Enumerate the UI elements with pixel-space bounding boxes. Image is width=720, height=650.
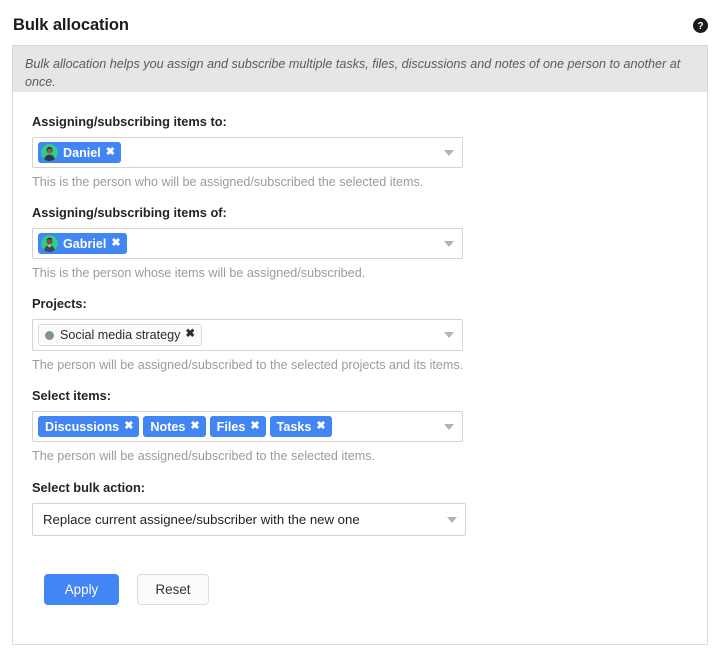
items-select[interactable]: Discussions ✖ Notes ✖ Files ✖ Tasks ✖ — [32, 411, 463, 442]
form-actions: Apply Reset — [32, 574, 707, 605]
chip-remove-icon[interactable]: ✖ — [250, 421, 259, 432]
field-label-assign-to: Assigning/subscribing items to: — [32, 114, 227, 129]
bulk-allocation-panel: Assigning/subscribing items to: Daniel ✖… — [12, 92, 708, 645]
chevron-down-icon[interactable] — [447, 516, 457, 523]
chip-person-daniel[interactable]: Daniel ✖ — [38, 142, 122, 163]
page-header: Bulk allocation ? — [0, 0, 720, 45]
chip-label: Daniel — [63, 145, 101, 160]
chip-label: Social media strategy — [60, 328, 181, 342]
chip-project-social-media-strategy[interactable]: Social media strategy ✖ — [38, 324, 203, 346]
bulk-action-value: Replace current assignee/subscriber with… — [43, 512, 360, 527]
hint-assign-of: This is the person whose items will be a… — [32, 266, 366, 280]
chip-remove-icon[interactable]: ✖ — [111, 238, 120, 249]
chip-item-files[interactable]: Files ✖ — [209, 416, 266, 437]
field-assign-of: Assigning/subscribing items of: Gabriel … — [32, 205, 707, 282]
hint-projects: The person will be assigned/subscribed t… — [32, 358, 464, 372]
field-bulk-action: Select bulk action: Replace current assi… — [32, 480, 707, 536]
chip-label: Files — [216, 419, 246, 434]
user-avatar — [41, 144, 58, 161]
chip-remove-icon[interactable]: ✖ — [106, 147, 115, 158]
chip-label: Discussions — [45, 419, 120, 434]
chip-person-gabriel[interactable]: Gabriel ✖ — [38, 233, 127, 254]
field-label-bulk-action: Select bulk action: — [32, 480, 146, 495]
apply-button[interactable]: Apply — [44, 574, 119, 605]
projects-select[interactable]: Social media strategy ✖ — [32, 319, 463, 351]
page-title: Bulk allocation — [13, 16, 129, 34]
field-label-items: Select items: — [32, 388, 111, 403]
svg-text:?: ? — [697, 21, 703, 32]
field-assign-to: Assigning/subscribing items to: Daniel ✖… — [32, 114, 707, 191]
chevron-down-icon[interactable] — [444, 240, 454, 247]
bulk-action-select[interactable]: Replace current assignee/subscriber with… — [32, 503, 466, 536]
project-color-dot — [45, 330, 54, 340]
chip-remove-icon[interactable]: ✖ — [190, 421, 199, 432]
assign-of-select[interactable]: Gabriel ✖ — [32, 228, 463, 259]
chip-label: Gabriel — [63, 236, 107, 251]
field-label-projects: Projects: — [32, 296, 87, 311]
chip-remove-icon[interactable]: ✖ — [316, 421, 325, 432]
assign-to-select[interactable]: Daniel ✖ — [32, 137, 463, 168]
bulk-allocation-form: Assigning/subscribing items to: Daniel ✖… — [13, 92, 707, 605]
chip-label: Notes — [150, 419, 186, 434]
chip-item-notes[interactable]: Notes ✖ — [143, 416, 206, 437]
field-projects: Projects: Social media strategy ✖ The pe… — [32, 296, 707, 374]
help-circle-icon[interactable]: ? — [693, 18, 708, 33]
chip-item-tasks[interactable]: Tasks ✖ — [269, 416, 332, 437]
hint-assign-to: This is the person who will be assigned/… — [32, 175, 424, 189]
chip-label: Tasks — [276, 419, 312, 434]
field-items: Select items: Discussions ✖ Notes ✖ File… — [32, 388, 707, 465]
chip-remove-icon[interactable]: ✖ — [185, 329, 195, 341]
field-label-assign-of: Assigning/subscribing items of: — [32, 205, 227, 220]
chevron-down-icon[interactable] — [444, 332, 454, 338]
info-banner-text: Bulk allocation helps you assign and sub… — [25, 57, 681, 89]
bulk-allocation-page: Bulk allocation ? Bulk allocation helps … — [0, 0, 720, 650]
hint-items: The person will be assigned/subscribed t… — [32, 449, 376, 463]
reset-button[interactable]: Reset — [137, 574, 209, 605]
chevron-down-icon[interactable] — [444, 149, 454, 156]
chip-item-discussions[interactable]: Discussions ✖ — [38, 416, 140, 437]
chip-remove-icon[interactable]: ✖ — [124, 421, 133, 432]
chevron-down-icon[interactable] — [444, 423, 454, 430]
user-avatar — [41, 235, 58, 252]
